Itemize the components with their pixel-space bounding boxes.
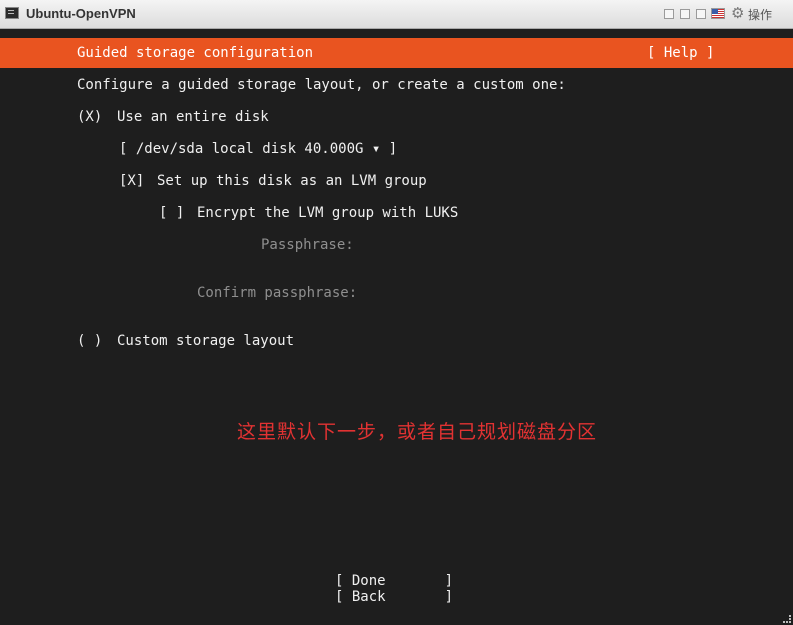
entire-disk-label: Use an entire disk [117, 109, 269, 125]
done-button[interactable]: [ Done ] [335, 573, 453, 589]
encrypt-label: Encrypt the LVM group with LUKS [197, 205, 459, 221]
confirm-passphrase-label: Confirm passphrase: [197, 285, 358, 301]
window-title: Ubuntu-OpenVPN [26, 6, 136, 21]
back-button[interactable]: [ Back ] [335, 589, 453, 605]
gear-icon[interactable]: ⚙ [731, 5, 744, 22]
custom-layout-radio[interactable]: ( ) [77, 333, 102, 349]
installer-header: Guided storage configuration [ Help ] [0, 38, 793, 68]
window-titlebar: Ubuntu-OpenVPN ⚙ 操作 [0, 0, 793, 29]
custom-layout-label: Custom storage layout [117, 333, 295, 349]
intro-text: Configure a guided storage layout, or cr… [77, 77, 566, 93]
lvm-label: Set up this disk as an LVM group [157, 173, 427, 189]
window-control-icon[interactable] [664, 9, 674, 19]
resize-grip-icon[interactable] [783, 615, 791, 623]
terminal-app-icon [5, 7, 19, 19]
operations-menu[interactable]: 操作 [748, 6, 772, 23]
window-control-icon[interactable] [696, 9, 706, 19]
entire-disk-radio[interactable]: (X) [77, 109, 102, 125]
help-button[interactable]: [ Help ] [647, 45, 714, 61]
annotation-text: 这里默认下一步，或者自己规划磁盘分区 [237, 421, 598, 443]
disk-select[interactable]: [ /dev/sda local disk 40.000G ▾ ] [119, 141, 397, 157]
lvm-checkbox[interactable]: [X] [119, 173, 144, 189]
header-title: Guided storage configuration [77, 45, 314, 61]
us-flag-icon[interactable] [711, 8, 725, 19]
window-control-icon[interactable] [680, 9, 690, 19]
passphrase-label: Passphrase: [261, 237, 354, 253]
installer-screen: Guided storage configuration [ Help ] Co… [0, 29, 793, 625]
encrypt-checkbox[interactable]: [ ] [159, 205, 184, 221]
